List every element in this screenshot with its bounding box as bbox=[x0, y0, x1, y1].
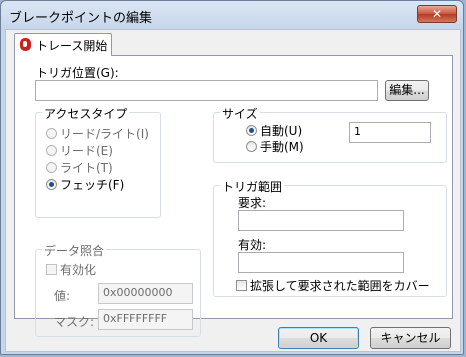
checkbox-icon bbox=[46, 264, 57, 275]
size-value-input[interactable]: 1 bbox=[349, 122, 431, 143]
radio-icon bbox=[246, 125, 257, 136]
edit-breakpoint-dialog: ブレークポイントの編集 ✕ トレース開始 トリガ位置(G): 編集... アクセ… bbox=[0, 0, 464, 355]
checkbox-icon bbox=[236, 280, 247, 291]
dialog-client-area: トレース開始 トリガ位置(G): 編集... アクセスタイプ リード/ライト(I… bbox=[5, 29, 461, 352]
window-title: ブレークポイントの編集 bbox=[9, 11, 153, 26]
location-input[interactable] bbox=[35, 80, 378, 101]
edit-button[interactable]: 編集... bbox=[385, 80, 429, 101]
radio-icon bbox=[46, 128, 57, 139]
access-write-radio[interactable]: ライト(T) bbox=[46, 159, 113, 175]
location-label: トリガ位置(G): bbox=[36, 66, 119, 80]
cancel-button[interactable]: キャンセル bbox=[370, 327, 451, 349]
data-match-title: データ照合 bbox=[42, 242, 107, 259]
data-match-enable-checkbox[interactable]: 有効化 bbox=[46, 261, 96, 277]
valid-label: 有効: bbox=[238, 238, 267, 252]
access-read-radio[interactable]: リード(E) bbox=[46, 142, 113, 158]
tab-trace-start[interactable]: トレース開始 bbox=[14, 33, 112, 56]
radio-icon bbox=[246, 141, 257, 152]
radio-label: フェッチ(F) bbox=[60, 178, 125, 192]
access-fetch-radio[interactable]: フェッチ(F) bbox=[46, 176, 124, 192]
access-read-write-radio[interactable]: リード/ライト(I) bbox=[46, 125, 149, 141]
request-label: 要求: bbox=[238, 196, 267, 210]
trigger-range-group: トリガ範囲 要求: 有効: 拡張して要求された範囲をカバー bbox=[213, 178, 447, 297]
tab-panel: トリガ位置(G): 編集... アクセスタイプ リード/ライト(I) リード(E… bbox=[14, 55, 453, 337]
title-bar[interactable]: ブレークポイントの編集 ✕ bbox=[1, 1, 463, 29]
trigger-range-title: トリガ範囲 bbox=[220, 178, 285, 195]
trace-start-icon bbox=[20, 38, 31, 51]
mask-input[interactable]: 0xFFFFFFFF bbox=[98, 309, 193, 330]
value-input[interactable]: 0x00000000 bbox=[98, 283, 193, 304]
tab-label: トレース開始 bbox=[36, 39, 108, 53]
value-label: 値: bbox=[54, 289, 71, 303]
size-auto-radio[interactable]: 自動(U) bbox=[246, 122, 302, 138]
checkbox-label: 有効化 bbox=[60, 263, 97, 277]
size-manual-radio[interactable]: 手動(M) bbox=[246, 138, 304, 154]
close-icon: ✕ bbox=[431, 7, 443, 21]
radio-label: リード(E) bbox=[60, 144, 113, 158]
radio-label: 手動(M) bbox=[260, 140, 304, 154]
extend-range-checkbox[interactable]: 拡張して要求された範囲をカバー bbox=[236, 277, 430, 293]
data-match-group: データ照合 有効化 値: 0x00000000 マスク: 0xFFFFFFFF bbox=[35, 242, 201, 337]
access-type-group: アクセスタイプ リード/ライト(I) リード(E) ライト(T) フェッチ(F) bbox=[35, 105, 161, 218]
ok-button[interactable]: OK bbox=[278, 327, 359, 349]
radio-label: リード/ライト(I) bbox=[60, 127, 149, 141]
checkbox-label: 拡張して要求された範囲をカバー bbox=[250, 279, 430, 293]
radio-label: ライト(T) bbox=[60, 161, 113, 175]
size-group: サイズ 自動(U) 手動(M) 1 bbox=[213, 105, 447, 163]
close-button[interactable]: ✕ bbox=[417, 5, 457, 23]
access-type-title: アクセスタイプ bbox=[42, 105, 130, 122]
request-input[interactable] bbox=[238, 210, 404, 231]
radio-label: 自動(U) bbox=[260, 124, 303, 138]
radio-icon bbox=[46, 162, 57, 173]
mask-label: マスク: bbox=[54, 315, 95, 329]
radio-icon bbox=[46, 179, 57, 190]
radio-icon bbox=[46, 145, 57, 156]
valid-input[interactable] bbox=[238, 252, 404, 273]
size-title: サイズ bbox=[220, 105, 260, 122]
